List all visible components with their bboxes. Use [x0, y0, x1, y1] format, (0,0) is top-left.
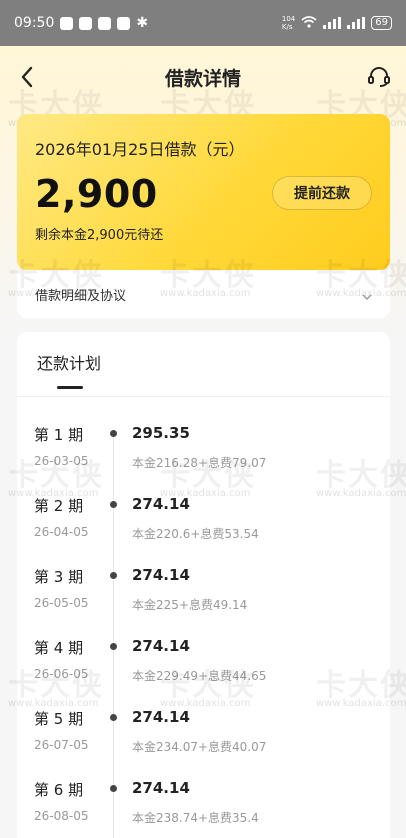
- due-date: 26-07-05: [34, 738, 89, 752]
- tab-repayment-plan[interactable]: 还款计划: [37, 350, 101, 374]
- back-button[interactable]: [12, 62, 42, 92]
- wifi-icon: [301, 15, 317, 31]
- installment-breakdown: 本金238.74+息费35.4: [132, 811, 259, 825]
- installment-breakdown: 本金225+息费49.14: [132, 598, 248, 612]
- plan-item: 第 2 期 26-04-05 274.14 本金220.6+息费53.54: [17, 495, 390, 555]
- timeline-dot: [110, 785, 117, 792]
- installment-amount: 274.14: [132, 566, 190, 584]
- period-label: 第 1 期: [34, 426, 84, 444]
- timeline-dot: [110, 714, 117, 721]
- tab-indicator: [57, 386, 83, 389]
- app-notification-icon: [79, 16, 93, 30]
- timeline-line: [113, 432, 114, 838]
- loan-summary-card: 2026年01月25日借款（元） 2,900 剩余本金2,900元待还 提前还款: [17, 114, 390, 270]
- chevron-left-icon: [21, 66, 33, 88]
- plan-item: 第 1 期 26-03-05 295.35 本金216.28+息费79.07: [17, 424, 390, 484]
- period-label: 第 5 期: [34, 710, 84, 728]
- headset-icon: [368, 67, 390, 87]
- installment-breakdown: 本金229.49+息费44.65: [132, 669, 267, 683]
- bluetooth-icon: ✱: [136, 15, 149, 31]
- due-date: 26-08-05: [34, 809, 89, 823]
- status-bar: 09:50 ✱ 104 K/s 69: [0, 0, 406, 46]
- page-title: 借款详情: [164, 67, 241, 90]
- installment-breakdown: 本金234.07+息费40.07: [132, 740, 267, 754]
- divider: [17, 396, 390, 397]
- due-date: 26-03-05: [34, 454, 89, 468]
- period-label: 第 2 期: [34, 497, 84, 515]
- customer-service-button[interactable]: [364, 62, 394, 92]
- timeline-dot: [110, 643, 117, 650]
- nav-header: 借款详情: [0, 46, 406, 108]
- nfc-icon: [98, 16, 112, 30]
- status-time: 09:50: [14, 15, 55, 31]
- loan-details-link[interactable]: 借款明细及协议: [17, 270, 390, 318]
- signal-icon: [323, 17, 342, 29]
- installment-amount: 274.14: [132, 495, 190, 513]
- timeline-dot: [110, 501, 117, 508]
- loan-details-label: 借款明细及协议: [35, 288, 127, 304]
- due-date: 26-04-05: [34, 525, 89, 539]
- battery-icon: 69: [371, 16, 392, 30]
- net-speed: 104 K/s: [281, 15, 296, 31]
- installment-amount: 274.14: [132, 779, 190, 797]
- remaining-principal: 剩余本金2,900元待还: [35, 228, 164, 243]
- due-date: 26-05-05: [34, 596, 89, 610]
- signal-icon: [347, 17, 366, 29]
- timeline-dot: [110, 572, 117, 579]
- installment-breakdown: 本金216.28+息费79.07: [132, 456, 267, 470]
- period-label: 第 3 期: [34, 568, 84, 586]
- plan-item: 第 3 期 26-05-05 274.14 本金225+息费49.14: [17, 566, 390, 626]
- loan-date-label: 2026年01月25日借款（元）: [35, 140, 245, 159]
- repayment-plan-card: 还款计划 第 1 期 26-03-05 295.35 本金216.28+息费79…: [17, 332, 390, 838]
- chevron-down-icon: [362, 285, 372, 304]
- due-date: 26-06-05: [34, 667, 89, 681]
- period-label: 第 4 期: [34, 639, 84, 657]
- plan-item: 第 4 期 26-06-05 274.14 本金229.49+息费44.65: [17, 637, 390, 697]
- plan-item: 第 5 期 26-07-05 274.14 本金234.07+息费40.07: [17, 708, 390, 768]
- installment-amount: 295.35: [132, 424, 190, 442]
- plan-item: 第 6 期 26-08-05 274.14 本金238.74+息费35.4: [17, 779, 390, 838]
- prepay-button[interactable]: 提前还款: [272, 176, 372, 210]
- period-label: 第 6 期: [34, 781, 84, 799]
- app-notification-icon: [60, 16, 74, 30]
- installment-amount: 274.14: [132, 708, 190, 726]
- timeline-dot: [110, 430, 117, 437]
- alarm-icon: [117, 16, 131, 30]
- installment-amount: 274.14: [132, 637, 190, 655]
- installment-breakdown: 本金220.6+息费53.54: [132, 527, 259, 541]
